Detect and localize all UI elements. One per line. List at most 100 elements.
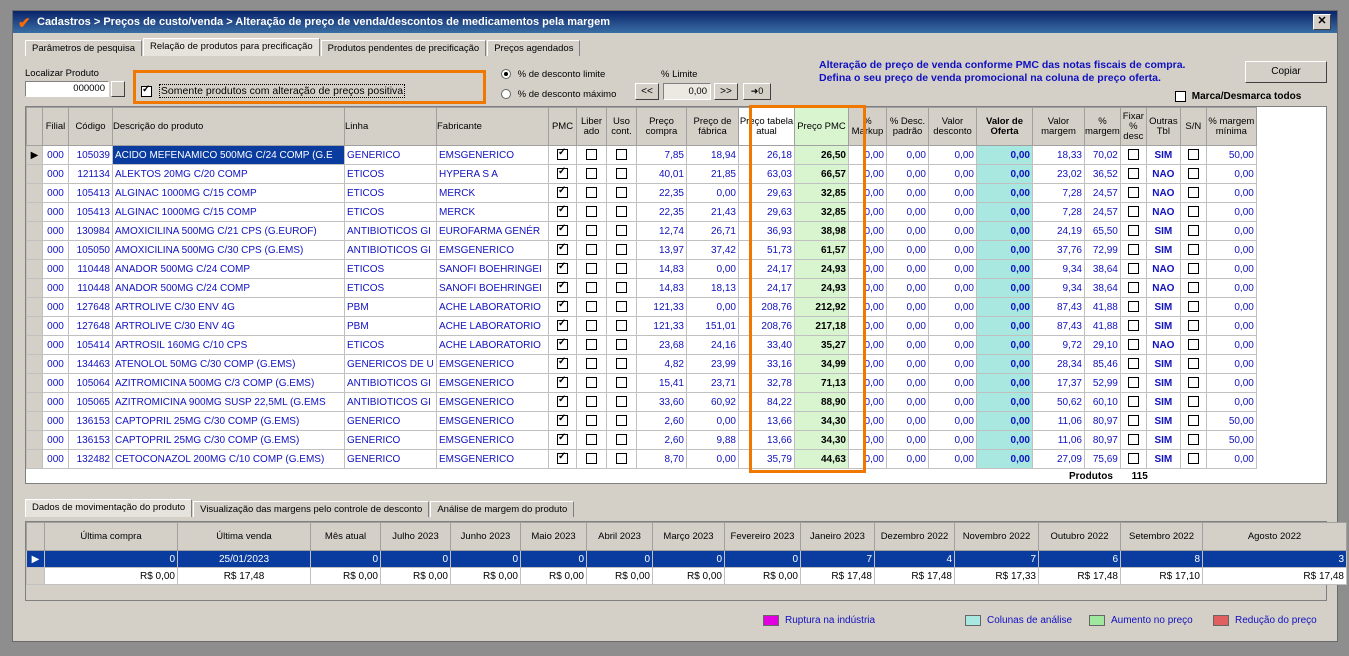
cell-pmc-flag[interactable] — [548, 164, 577, 184]
close-button[interactable]: ✕ — [1313, 14, 1331, 30]
cell-filial[interactable]: 000 — [42, 240, 69, 260]
cell-preco-fabrica[interactable]: 26,71 — [686, 221, 739, 241]
pmc-flag-checkbox[interactable] — [557, 299, 568, 313]
cell-sn[interactable] — [1179, 316, 1207, 336]
pmc-flag-checkbox[interactable] — [557, 356, 568, 370]
sn-checkbox[interactable] — [1187, 320, 1199, 332]
cell-preco-compra[interactable]: 2,60 — [636, 411, 687, 431]
cell-valor-margem[interactable]: 87,43 — [1032, 316, 1085, 336]
cell-liberado[interactable] — [576, 392, 607, 412]
cell-uso-cont[interactable] — [606, 145, 637, 165]
cell-desc-padrao[interactable]: 0,00 — [886, 392, 929, 412]
cell-codigo[interactable]: 105039 — [68, 145, 113, 165]
fixar-checkbox[interactable] — [1127, 282, 1139, 294]
cell-margem-minima[interactable]: 0,00 — [1205, 221, 1257, 241]
table-row[interactable]: 000 105413 ALGINAC 1000MG C/15 COMP ETICOS M… — [26, 202, 1257, 222]
sn-checkbox[interactable] — [1187, 282, 1199, 294]
uso-cont-checkbox[interactable] — [616, 149, 627, 161]
cell-preco-compra[interactable]: 121,33 — [636, 297, 687, 317]
cell-outras-tbl[interactable]: SIM — [1145, 354, 1181, 374]
cell-liberado[interactable] — [576, 240, 607, 260]
header-desc-padrao[interactable]: % Desc. padrão — [886, 107, 929, 146]
liberado-checkbox[interactable] — [586, 301, 597, 313]
cell-markup[interactable]: 0,00 — [848, 297, 887, 317]
cell-markup[interactable]: 0,00 — [848, 335, 887, 355]
cell-desc-padrao[interactable]: 0,00 — [886, 240, 929, 260]
cell-outras-tbl[interactable]: SIM — [1145, 430, 1181, 450]
cell-liberado[interactable] — [576, 183, 607, 203]
tab-analise-margem[interactable]: Análise de margem do produto — [430, 501, 575, 517]
cell-markup[interactable]: 0,00 — [848, 430, 887, 450]
liberado-checkbox[interactable] — [586, 453, 597, 465]
movement-header[interactable]: Fevereiro 2023 — [724, 522, 801, 551]
cell-desc-padrao[interactable]: 0,00 — [886, 259, 929, 279]
movement-header[interactable]: Janeiro 2023 — [800, 522, 875, 551]
cell-linha[interactable]: ETICOS — [344, 202, 437, 222]
cell-desc-padrao[interactable]: 0,00 — [886, 449, 929, 469]
movement-cell[interactable]: 4 — [874, 550, 955, 568]
cell-codigo[interactable]: 127648 — [68, 297, 113, 317]
header-filial[interactable]: Filial — [42, 107, 69, 146]
cell-codigo[interactable]: 105413 — [68, 183, 113, 203]
sn-checkbox[interactable] — [1187, 453, 1199, 465]
cell-pmc-flag[interactable] — [548, 145, 577, 165]
cell-descricao[interactable]: AZITROMICINA 500MG C/3 COMP (G.EMS) — [112, 373, 345, 393]
cell-valor-margem[interactable]: 50,62 — [1032, 392, 1085, 412]
cell-descricao[interactable]: ARTROLIVE C/30 ENV 4G — [112, 297, 345, 317]
cell-outras-tbl[interactable]: SIM — [1145, 411, 1181, 431]
uso-cont-checkbox[interactable] — [616, 168, 627, 180]
cell-outras-tbl[interactable]: NAO — [1145, 259, 1181, 279]
cell-valor-desconto[interactable]: 0,00 — [928, 373, 977, 393]
header-margem-minima[interactable]: % margem mínima — [1205, 107, 1257, 146]
movement-cell[interactable]: R$ 17,48 — [1202, 567, 1347, 585]
cell-linha[interactable]: ETICOS — [344, 164, 437, 184]
cell-desc-padrao[interactable]: 0,00 — [886, 430, 929, 450]
cell-pmc-flag[interactable] — [548, 278, 577, 298]
header-fabricante[interactable]: Fabricante — [436, 107, 549, 146]
uso-cont-checkbox[interactable] — [616, 206, 627, 218]
cell-uso-cont[interactable] — [606, 164, 637, 184]
cell-desc-padrao[interactable]: 0,00 — [886, 411, 929, 431]
header-preco-fabrica[interactable]: Preço de fábrica — [686, 107, 739, 146]
cell-preco-pmc[interactable]: 66,57 — [794, 164, 849, 184]
cell-preco-tabela-atual[interactable]: 29,63 — [738, 183, 795, 203]
cell-preco-tabela-atual[interactable]: 13,66 — [738, 411, 795, 431]
cell-valor-oferta[interactable]: 0,00 — [976, 430, 1033, 450]
sn-checkbox[interactable] — [1187, 434, 1199, 446]
pmc-flag-checkbox[interactable] — [557, 185, 568, 199]
cell-liberado[interactable] — [576, 145, 607, 165]
cell-liberado[interactable] — [576, 449, 607, 469]
cell-fixar-desc[interactable] — [1119, 392, 1147, 412]
tab-agendados[interactable]: Preços agendados — [487, 40, 581, 56]
cell-margem-minima[interactable]: 0,00 — [1205, 392, 1257, 412]
cell-codigo[interactable]: 110448 — [68, 259, 113, 279]
cell-linha[interactable]: ANTIBIOTICOS GI — [344, 392, 437, 412]
movement-cell[interactable]: R$ 0,00 — [450, 567, 521, 585]
somente-checkbox[interactable] — [141, 84, 152, 97]
tab-parametros[interactable]: Parâmetros de pesquisa — [25, 40, 142, 56]
cell-linha[interactable]: PBM — [344, 297, 437, 317]
cell-sn[interactable] — [1179, 259, 1207, 279]
cell-filial[interactable]: 000 — [42, 449, 69, 469]
cell-descricao[interactable]: ARTROLIVE C/30 ENV 4G — [112, 316, 345, 336]
cell-fixar-desc[interactable] — [1119, 449, 1147, 469]
cell-fixar-desc[interactable] — [1119, 259, 1147, 279]
cell-valor-margem[interactable]: 23,02 — [1032, 164, 1085, 184]
cell-codigo[interactable]: 127648 — [68, 316, 113, 336]
cell-valor-desconto[interactable]: 0,00 — [928, 240, 977, 260]
cell-fabricante[interactable]: EMSGENERICO — [436, 240, 549, 260]
cell-preco-fabrica[interactable]: 24,16 — [686, 335, 739, 355]
cell-codigo[interactable]: 132482 — [68, 449, 113, 469]
cell-preco-pmc[interactable]: 34,30 — [794, 411, 849, 431]
cell-preco-tabela-atual[interactable]: 208,76 — [738, 297, 795, 317]
cell-valor-margem[interactable]: 24,19 — [1032, 221, 1085, 241]
movement-header[interactable]: Última venda — [177, 522, 311, 551]
header-descricao[interactable]: Descrição do produto — [112, 107, 345, 146]
cell-valor-oferta[interactable]: 0,00 — [976, 392, 1033, 412]
cell-fabricante[interactable]: EMSGENERICO — [436, 373, 549, 393]
liberado-checkbox[interactable] — [586, 434, 597, 446]
cell-preco-pmc[interactable]: 32,85 — [794, 183, 849, 203]
cell-valor-desconto[interactable]: 0,00 — [928, 335, 977, 355]
cell-valor-desconto[interactable]: 0,00 — [928, 411, 977, 431]
pmc-flag-checkbox[interactable] — [557, 280, 568, 294]
